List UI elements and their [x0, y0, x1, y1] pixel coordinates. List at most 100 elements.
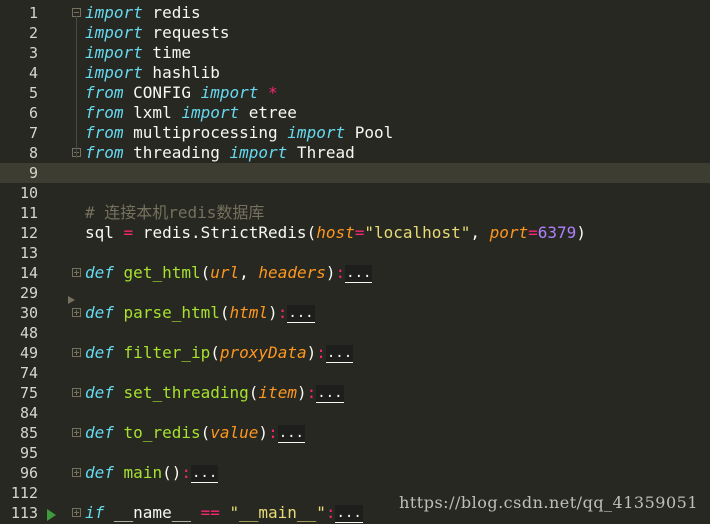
code-token: import	[229, 143, 288, 162]
code-token: )	[268, 303, 278, 322]
code-token: ,	[470, 223, 490, 242]
fold-expand-icon[interactable]	[72, 508, 81, 517]
gutter-marker-icon	[68, 296, 75, 304]
folded-region-button[interactable]: ...	[287, 304, 315, 323]
code-text: from lxml import etree	[85, 103, 297, 123]
code-line[interactable]: 11 # 连接本机redis数据库	[0, 203, 710, 223]
code-line[interactable]: 84	[0, 403, 710, 423]
code-line[interactable]: 9	[0, 163, 710, 183]
code-line[interactable]: 3 import time	[0, 43, 710, 63]
code-token: def	[85, 343, 114, 362]
code-line[interactable]: 10	[0, 183, 710, 203]
code-line[interactable]: 12 sql = redis.StrictRedis(host="localhos…	[0, 223, 710, 243]
folded-region-button[interactable]: ...	[335, 504, 363, 523]
code-token: :	[325, 503, 336, 522]
code-line[interactable]: 14 def get_html(url, headers):...	[0, 263, 710, 283]
code-line[interactable]: 30 def parse_html(html):...	[0, 303, 710, 323]
code-token: filter_ip	[123, 343, 211, 362]
fold-expand-icon[interactable]	[72, 348, 81, 357]
code-editor[interactable]: 1 import redis 2 import requests 3 import tim…	[0, 3, 710, 523]
line-number: 30	[19, 304, 38, 322]
code-line[interactable]: 8 from threading import Thread	[0, 143, 710, 163]
code-line[interactable]: 4 import hashlib	[0, 63, 710, 83]
code-line[interactable]: 2 import requests	[0, 23, 710, 43]
code-token: html	[229, 303, 269, 322]
line-number: 95	[19, 444, 38, 462]
code-text: from threading import Thread	[85, 143, 355, 163]
line-number: 8	[28, 144, 38, 162]
code-line[interactable]: 48	[0, 323, 710, 343]
code-line[interactable]: 95	[0, 443, 710, 463]
line-number: 11	[19, 204, 38, 222]
line-number: 3	[28, 44, 38, 62]
folded-region-button[interactable]: ...	[277, 424, 305, 443]
fold-expand-icon[interactable]	[72, 308, 81, 317]
code-text: from CONFIG import *	[85, 83, 278, 103]
code-token: "__main__"	[229, 503, 326, 522]
code-token: (	[210, 343, 220, 362]
code-token: import	[287, 123, 346, 142]
code-line[interactable]: 5 from CONFIG import *	[0, 83, 710, 103]
code-token: )	[306, 343, 317, 362]
code-token: import	[85, 23, 143, 42]
code-token: parse_html	[123, 303, 220, 322]
fold-expand-icon[interactable]	[72, 268, 81, 277]
folded-region-button[interactable]: ...	[316, 384, 344, 403]
code-token: )	[258, 423, 269, 442]
fold-expand-icon[interactable]	[72, 468, 81, 477]
code-token: sql	[85, 223, 124, 242]
code-token: =	[528, 223, 538, 242]
line-number: 48	[19, 324, 38, 342]
code-token: :	[335, 263, 346, 282]
line-number: 74	[19, 364, 38, 382]
code-line[interactable]: 7 from multiprocessing import Pool	[0, 123, 710, 143]
code-token: port	[489, 223, 529, 242]
code-text: if __name__ == "__main__":...	[85, 503, 363, 523]
code-token: :	[181, 463, 191, 482]
line-number: 2	[28, 24, 38, 42]
folded-region-button[interactable]: ...	[190, 464, 219, 483]
line-number: 84	[19, 404, 38, 422]
code-token: hashlib	[142, 63, 220, 82]
code-line[interactable]: 6 from lxml import etree	[0, 103, 710, 123]
fold-expand-icon[interactable]	[72, 428, 81, 437]
code-line[interactable]: 29	[0, 283, 710, 303]
fold-guide-line	[76, 16, 77, 158]
code-token: redis	[142, 3, 201, 22]
code-token: requests	[142, 23, 230, 42]
code-token: import	[85, 3, 143, 22]
code-line[interactable]: 85 def to_redis(value):...	[0, 423, 710, 443]
code-token: =	[354, 223, 365, 242]
code-token: )	[296, 383, 307, 402]
code-line[interactable]: 49 def filter_ip(proxyData):...	[0, 343, 710, 363]
code-line[interactable]: 74	[0, 363, 710, 383]
line-number: 4	[28, 64, 38, 82]
code-text: import time	[85, 43, 191, 63]
line-number: 10	[19, 184, 38, 202]
code-line[interactable]: 96 def main():...	[0, 463, 710, 483]
code-line[interactable]: 1 import redis	[0, 3, 710, 23]
folded-region-button[interactable]: ...	[325, 344, 354, 363]
code-text: import redis	[85, 3, 201, 23]
code-line[interactable]: 13	[0, 243, 710, 263]
code-token: def	[85, 463, 114, 482]
watermark: https://blog.csdn.net/qq_41359051	[399, 493, 698, 512]
line-number: 96	[19, 464, 38, 482]
code-token: import	[85, 63, 143, 82]
code-token: to_redis	[123, 423, 201, 442]
code-text: from multiprocessing import Pool	[85, 123, 393, 143]
fold-expand-icon[interactable]	[72, 388, 81, 397]
code-token: __name__	[104, 503, 201, 522]
run-icon[interactable]	[47, 509, 56, 521]
code-token: if	[85, 503, 105, 522]
code-text: import requests	[85, 23, 230, 43]
folded-region-button[interactable]: ...	[345, 264, 373, 283]
code-text: # 连接本机redis数据库	[85, 203, 264, 223]
code-token: Pool	[345, 123, 394, 142]
code-line[interactable]: 75 def set_threading(item):...	[0, 383, 710, 403]
